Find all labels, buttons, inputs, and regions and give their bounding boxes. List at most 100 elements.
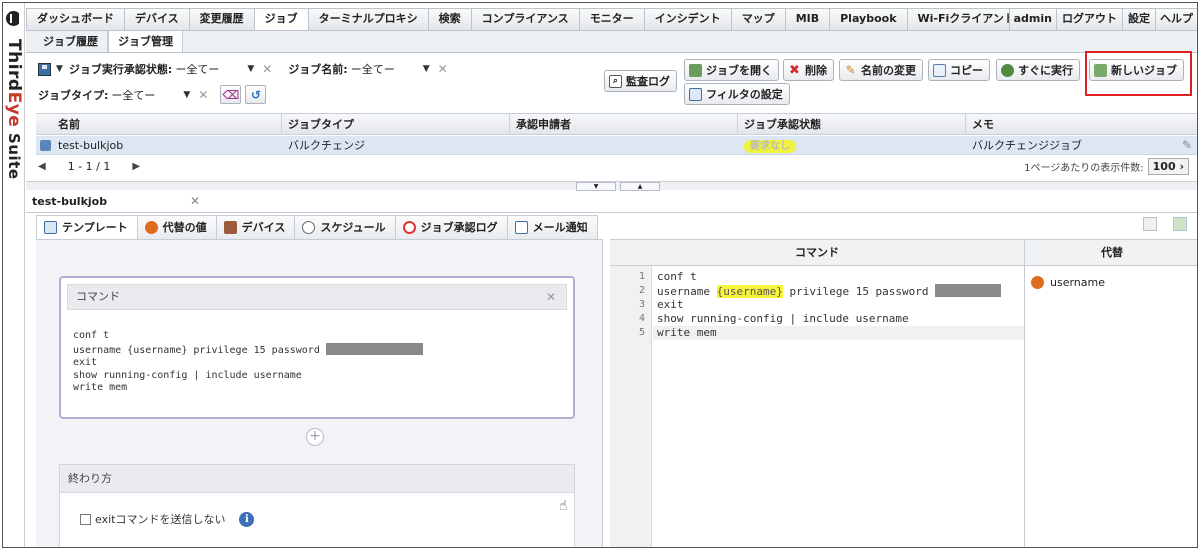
tab-mail-label: メール通知: [532, 221, 588, 234]
tab-job-management[interactable]: ジョブ管理: [108, 31, 183, 52]
close-icon[interactable]: ✕: [546, 285, 556, 309]
clear-filters-button[interactable]: ⌫: [220, 85, 242, 104]
tab-compliance[interactable]: コンプライアンス: [470, 8, 580, 30]
audit-log-button[interactable]: ⌕ 監査ログ: [604, 70, 677, 92]
tab-template[interactable]: テンプレート: [36, 215, 138, 239]
collapse-up-icon[interactable]: ▲: [620, 182, 660, 191]
tab-devices-label: デバイス: [241, 221, 286, 234]
type-filter-clear-icon[interactable]: ✕: [198, 88, 208, 102]
substitution-name: username: [1050, 276, 1105, 289]
delete-x-icon: ✖: [789, 62, 800, 78]
tab-approval-log[interactable]: ジョブ承認ログ: [394, 215, 508, 239]
attachment-icon[interactable]: ✎: [1176, 136, 1197, 155]
close-icon[interactable]: ✕: [190, 194, 200, 208]
filter-settings-button[interactable]: フィルタの設定: [684, 83, 790, 105]
rename-button[interactable]: ✎ 名前の変更: [839, 59, 923, 81]
tab-job-history[interactable]: ジョブ履歴: [34, 31, 108, 52]
substitution-pane: username: [1024, 266, 1197, 547]
row-name-cell: test-bulkjob: [36, 136, 282, 155]
tab-search[interactable]: 検索: [427, 8, 472, 30]
code-editor[interactable]: conf t username {username} privilege 15 …: [653, 266, 1024, 547]
user-nav: admin ログアウト 設定 ヘルプ: [1008, 8, 1197, 30]
run-now-label: すぐに実行: [1018, 64, 1073, 77]
delete-label: 削除: [805, 64, 827, 77]
per-page-select[interactable]: 100 ›: [1147, 157, 1189, 175]
open-job-icon: [689, 63, 702, 77]
approval-filter-clear-icon[interactable]: ✕: [262, 62, 272, 76]
line-number: 4: [638, 313, 645, 324]
info-icon[interactable]: i: [239, 511, 255, 527]
per-page: 1ページあたりの表示件数: 100 ›: [1024, 155, 1189, 177]
job-icon: [40, 140, 51, 151]
prev-page-icon[interactable]: ◀: [38, 161, 46, 172]
audit-log-label: 監査ログ: [626, 75, 670, 88]
name-filter-value[interactable]: ー全てー: [351, 61, 395, 77]
tab-map[interactable]: マップ: [730, 8, 786, 30]
logout-link[interactable]: ログアウト: [1056, 8, 1123, 30]
command-text[interactable]: conf t username {username} privilege 15 …: [73, 330, 423, 395]
command-card[interactable]: コマンド ✕ conf t username {username} privil…: [59, 276, 575, 419]
type-filter-value[interactable]: ー全てー: [111, 87, 155, 103]
code-line: conf t: [657, 270, 697, 283]
settings-link[interactable]: 設定: [1122, 8, 1156, 30]
tab-dashboard[interactable]: ダッシュボード: [26, 8, 125, 30]
tab-monitor[interactable]: モニター: [578, 8, 645, 30]
tab-devices[interactable]: デバイス: [215, 215, 296, 239]
status-badge: 要求なし: [744, 140, 796, 153]
col-memo[interactable]: メモ: [966, 114, 1197, 135]
help-link[interactable]: ヘルプ: [1155, 8, 1197, 30]
no-exit-label: exitコマンドを送信しない: [95, 513, 226, 526]
code-line: username {username} privilege 15 passwor…: [657, 284, 1002, 298]
brand-third: Third: [4, 39, 24, 92]
device-icon: [223, 221, 237, 234]
collapse-down-icon[interactable]: ▼: [576, 182, 616, 191]
type-filter-dropdown-icon[interactable]: ▼: [183, 90, 190, 100]
logo-icon: [6, 11, 21, 26]
ending-card: 終わり方 exitコマンドを送信しない i: [59, 464, 575, 547]
substitution-item[interactable]: username: [1031, 276, 1105, 289]
save-menu-chevron-icon[interactable]: ▼: [56, 64, 63, 74]
save-template-icon[interactable]: [1143, 217, 1157, 231]
col-requester[interactable]: 承認申請者: [510, 114, 738, 135]
name-filter-clear-icon[interactable]: ✕: [438, 62, 448, 76]
filter-row-2: ジョブタイプ: ー全てー ▼ ✕ ⌫ ↺: [38, 85, 267, 104]
name-filter-dropdown-icon[interactable]: ▼: [423, 64, 430, 74]
code-line: show running-config | include username: [657, 312, 909, 325]
tab-mail-notification[interactable]: メール通知: [506, 215, 598, 239]
add-block-button[interactable]: +: [306, 428, 324, 446]
tab-schedule[interactable]: スケジュール: [294, 215, 396, 239]
col-approval-status[interactable]: ジョブ承認状態: [738, 114, 966, 135]
line-number: 2: [638, 285, 645, 296]
table-row[interactable]: test-bulkjob バルクチェンジ 要求なし バルクチェンジジョブ ✎: [36, 136, 1197, 155]
tab-playbook[interactable]: Playbook: [829, 8, 908, 30]
run-now-button[interactable]: すぐに実行: [996, 59, 1080, 81]
redacted-password: [935, 284, 1002, 297]
refresh-button[interactable]: ↺: [245, 85, 267, 104]
tab-incident[interactable]: インシデント: [643, 8, 732, 30]
user-admin[interactable]: admin: [1008, 8, 1057, 30]
line-number: 5: [638, 327, 645, 338]
save-icon[interactable]: [38, 62, 51, 76]
approval-filter-dropdown-icon[interactable]: ▼: [247, 64, 254, 74]
tab-substitution-values[interactable]: 代替の値: [136, 215, 217, 239]
tab-mib[interactable]: MIB: [784, 8, 831, 30]
substitution-icon: [144, 221, 158, 234]
tab-jobs[interactable]: ジョブ: [253, 8, 309, 30]
job-grid-header: 名前 ジョブタイプ 承認申請者 ジョブ承認状態 メモ: [36, 113, 1197, 135]
export-icon[interactable]: [1173, 217, 1187, 231]
approval-filter-value[interactable]: ー全てー: [175, 61, 219, 77]
new-job-highlight-box: [1085, 51, 1192, 96]
next-page-icon[interactable]: ▶: [132, 161, 140, 172]
copy-button[interactable]: コピー: [928, 59, 990, 81]
pager: ◀ 1 - 1 / 1 ▶: [26, 155, 1197, 177]
tab-terminal-proxy[interactable]: ターミナルプロキシ: [307, 8, 429, 30]
pane-splitter[interactable]: ▼ ▲: [26, 181, 1197, 191]
delete-button[interactable]: ✖ 削除: [783, 59, 834, 81]
col-job-type[interactable]: ジョブタイプ: [282, 114, 510, 135]
document-tab[interactable]: test-bulkjob: [32, 195, 107, 208]
no-exit-checkbox[interactable]: [80, 513, 91, 525]
tab-change-history[interactable]: 変更履歴: [188, 8, 255, 30]
col-name[interactable]: 名前: [36, 114, 282, 135]
tab-devices[interactable]: デバイス: [124, 8, 190, 30]
open-job-button[interactable]: ジョブを開く: [684, 59, 779, 81]
